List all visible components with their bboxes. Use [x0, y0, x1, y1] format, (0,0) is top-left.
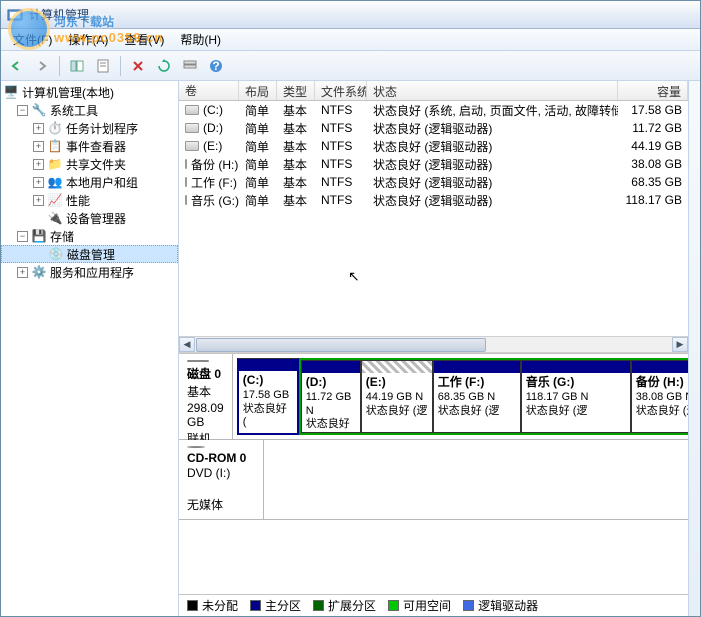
expand-icon[interactable]: +	[33, 159, 44, 170]
drive-icon	[185, 123, 199, 133]
volume-list[interactable]: (C:) 简单基本 NTFS状态良好 (系统, 启动, 页面文件, 活动, 故障…	[179, 101, 688, 336]
volume-row[interactable]: (C:) 简单基本 NTFS状态良好 (系统, 启动, 页面文件, 活动, 故障…	[179, 101, 688, 119]
legend-swatch-unallocated	[187, 600, 198, 611]
menu-file[interactable]: 文件(F)	[5, 29, 60, 50]
menu-view[interactable]: 查看(V)	[116, 29, 172, 50]
partition[interactable]: (D:)11.72 GB N状态良好 (	[301, 360, 361, 433]
tree-performance[interactable]: +📈性能	[1, 191, 178, 209]
expand-icon[interactable]: +	[33, 123, 44, 134]
show-hide-tree-button[interactable]	[66, 55, 88, 77]
navigation-tree[interactable]: 🖥️计算机管理(本地) −🔧系统工具 +⏱️任务计划程序 +📋事件查看器 +📁共…	[1, 81, 179, 616]
volume-row[interactable]: (D:) 简单基本 NTFS状态良好 (逻辑驱动器)11.72 GB	[179, 119, 688, 137]
col-type[interactable]: 类型	[277, 81, 315, 100]
delete-button[interactable]	[127, 55, 149, 77]
app-icon	[7, 7, 23, 23]
tree-task-scheduler[interactable]: +⏱️任务计划程序	[1, 119, 178, 137]
computer-icon: 🖥️	[3, 84, 19, 100]
collapse-icon[interactable]: −	[17, 231, 28, 242]
menubar: 文件(F) 操作(A) 查看(V) 帮助(H)	[1, 29, 700, 51]
legend: 未分配 主分区 扩展分区 可用空间 逻辑驱动器	[179, 594, 688, 616]
device-icon: 🔌	[47, 210, 63, 226]
forward-button[interactable]	[31, 55, 53, 77]
scroll-left-button[interactable]: ◀	[179, 337, 195, 352]
legend-swatch-logical	[463, 600, 474, 611]
disk-graphical-view[interactable]: 磁盘 0 基本 298.09 GB 联机 (C:)17.58 GB状态良好 ( …	[179, 353, 688, 594]
tree-local-users[interactable]: +👥本地用户和组	[1, 173, 178, 191]
titlebar[interactable]: 计算机管理	[1, 1, 700, 29]
computer-management-window: 计算机管理 文件(F) 操作(A) 查看(V) 帮助(H) 河东下载站 www.…	[0, 0, 701, 617]
drive-icon	[185, 105, 199, 115]
event-icon: 📋	[47, 138, 63, 154]
tree-shared-folders[interactable]: +📁共享文件夹	[1, 155, 178, 173]
partition[interactable]: 工作 (F:)68.35 GB N状态良好 (逻	[433, 360, 521, 433]
drive-icon	[185, 141, 199, 151]
users-icon: 👥	[47, 174, 63, 190]
expand-icon[interactable]: +	[33, 177, 44, 188]
expand-icon[interactable]: +	[17, 267, 28, 278]
toolbar: ?	[1, 51, 700, 81]
volume-row[interactable]: 音乐 (G:) 简单基本 NTFS状态良好 (逻辑驱动器)118.17 GB	[179, 191, 688, 209]
window-title: 计算机管理	[29, 6, 89, 23]
partition[interactable]: 备份 (H:)38.08 GB N状态良好 (逻	[631, 360, 688, 433]
horizontal-scrollbar[interactable]: ◀ ▶	[179, 336, 688, 353]
drive-icon	[185, 195, 187, 205]
tree-storage[interactable]: −💾存储	[1, 227, 178, 245]
clock-icon: ⏱️	[47, 120, 63, 136]
back-button[interactable]	[5, 55, 27, 77]
disk-0-label[interactable]: 磁盘 0 基本 298.09 GB 联机	[179, 354, 233, 439]
services-icon: ⚙️	[31, 264, 47, 280]
perf-icon: 📈	[47, 192, 63, 208]
refresh-button[interactable]	[153, 55, 175, 77]
cdrom-0-label[interactable]: CD-ROM 0 DVD (I:) 无媒体	[179, 440, 264, 519]
tree-services[interactable]: +⚙️服务和应用程序	[1, 263, 178, 281]
tools-icon: 🔧	[31, 102, 47, 118]
collapse-icon[interactable]: −	[17, 105, 28, 116]
volume-row[interactable]: 工作 (F:) 简单基本 NTFS状态良好 (逻辑驱动器)68.35 GB	[179, 173, 688, 191]
menu-help[interactable]: 帮助(H)	[172, 29, 229, 50]
menu-action[interactable]: 操作(A)	[60, 29, 116, 50]
volume-row[interactable]: (E:) 简单基本 NTFS状态良好 (逻辑驱动器)44.19 GB	[179, 137, 688, 155]
disk-icon: 💿	[48, 246, 64, 262]
cdrom-icon	[187, 446, 205, 448]
right-action-pane-collapsed[interactable]	[688, 81, 700, 616]
scroll-thumb[interactable]	[196, 338, 486, 352]
tree-system-tools[interactable]: −🔧系统工具	[1, 101, 178, 119]
legend-swatch-primary	[250, 600, 261, 611]
volume-columns: 卷 布局 类型 文件系统 状态 容量	[179, 81, 688, 101]
help-button[interactable]: ?	[205, 55, 227, 77]
col-layout[interactable]: 布局	[239, 81, 277, 100]
partition[interactable]: 音乐 (G:)118.17 GB N状态良好 (逻	[521, 360, 631, 433]
expand-icon[interactable]: +	[33, 141, 44, 152]
tree-disk-management[interactable]: 💿磁盘管理	[1, 245, 178, 263]
svg-text:?: ?	[212, 59, 219, 73]
col-status[interactable]: 状态	[367, 81, 618, 100]
volume-row[interactable]: 备份 (H:) 简单基本 NTFS状态良好 (逻辑驱动器)38.08 GB	[179, 155, 688, 173]
col-capacity[interactable]: 容量	[618, 81, 688, 100]
legend-swatch-extended	[313, 600, 324, 611]
folder-icon: 📁	[47, 156, 63, 172]
storage-icon: 💾	[31, 228, 47, 244]
col-volume[interactable]: 卷	[179, 81, 239, 100]
partition[interactable]: (E:)44.19 GB N状态良好 (逻	[361, 360, 433, 433]
legend-swatch-free	[388, 600, 399, 611]
tree-event-viewer[interactable]: +📋事件查看器	[1, 137, 178, 155]
partition[interactable]: (C:)17.58 GB状态良好 (	[237, 358, 299, 435]
view-list-button[interactable]	[179, 55, 201, 77]
drive-icon	[185, 159, 187, 169]
cdrom-0-row[interactable]: CD-ROM 0 DVD (I:) 无媒体	[179, 440, 688, 520]
tree-root[interactable]: 🖥️计算机管理(本地)	[1, 83, 178, 101]
disk-0-row[interactable]: 磁盘 0 基本 298.09 GB 联机 (C:)17.58 GB状态良好 ( …	[179, 354, 688, 440]
expand-icon[interactable]: +	[33, 195, 44, 206]
main-pane: 卷 布局 类型 文件系统 状态 容量 (C:) 简单基本 NTFS状态良好 (系…	[179, 81, 688, 616]
hdd-icon	[187, 360, 209, 362]
col-filesystem[interactable]: 文件系统	[315, 81, 367, 100]
drive-icon	[185, 177, 187, 187]
tree-device-manager[interactable]: 🔌设备管理器	[1, 209, 178, 227]
scroll-right-button[interactable]: ▶	[672, 337, 688, 352]
properties-button[interactable]	[92, 55, 114, 77]
